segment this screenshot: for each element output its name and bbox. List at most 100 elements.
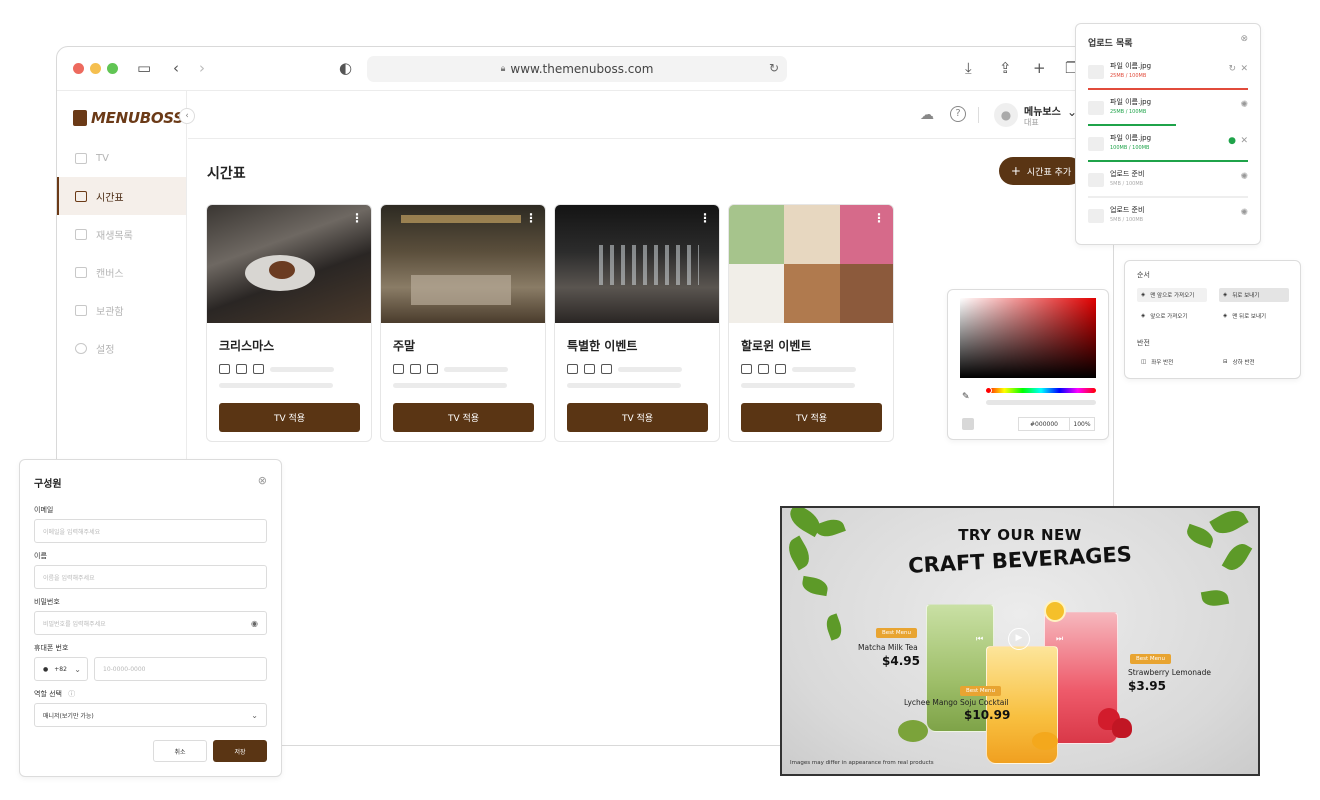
brand-logo[interactable]: MENUBOSS — [73, 109, 184, 127]
add-schedule-label: 시간표 추가 — [1026, 167, 1072, 178]
share-icon[interactable]: ⇪ — [999, 59, 1012, 77]
skeleton-line — [792, 366, 856, 372]
layers-icon: ◈ — [1223, 292, 1228, 298]
send-backward-button[interactable]: ◈ 뒤로 보내기 — [1219, 288, 1289, 302]
card-title: 특별한 이벤트 — [567, 339, 638, 353]
back-icon[interactable]: ‹ — [173, 59, 179, 77]
more-options-icon[interactable]: ⋮ — [699, 211, 711, 225]
shield-icon[interactable]: ◐ — [339, 59, 352, 77]
best-menu-badge: Best Menu — [876, 628, 918, 638]
name-field[interactable]: 이름을 입력해주세요 — [34, 565, 267, 589]
sidebar-item-schedule[interactable]: 시간표 — [57, 177, 186, 215]
flip-horizontal-button[interactable]: ◫ 좌우 반전 — [1137, 355, 1207, 369]
promo-preview[interactable]: TRY OUR NEW CRAFT BEVERAGES ▶ ⏮ ⏭ Best M… — [780, 506, 1260, 776]
send-to-back-button[interactable]: ◈ 맨 뒤로 보내기 — [1219, 309, 1289, 323]
opacity-input[interactable]: 100% — [1069, 417, 1095, 431]
sidebar-item-playlist[interactable]: 재생목록 — [57, 215, 186, 253]
apply-tv-button[interactable]: TV 적용 — [741, 403, 882, 432]
member-form-dialog: 구성원 ⊗ 이메일 이메일을 입력해주세요 이름 이름을 입력해주세요 비밀번호… — [19, 459, 282, 777]
card-image: ⋮ — [381, 205, 545, 323]
flip-label: 상하 반전 — [1232, 360, 1255, 366]
phone-field[interactable]: 10-0000-0000 — [94, 657, 267, 681]
order-label: 맨 앞으로 가져오기 — [1150, 293, 1195, 299]
calendar-icon — [75, 190, 87, 202]
email-field[interactable]: 이메일을 입력해주세요 — [34, 519, 267, 543]
browser-toolbar: ▭ ‹ › ◐ 🔒︎ www.themenuboss.com ↻ ⤓ ⇪ + ❐ — [57, 47, 1113, 91]
bring-forward-button[interactable]: ◈ 앞으로 가져오기 — [1137, 309, 1207, 323]
upload-list-panel: 업로드 목록 ⊗ 파일 이름.jpg 25MB / 100MB ↻ ✕ 파일 이… — [1075, 23, 1261, 245]
saturation-field[interactable] — [960, 298, 1096, 378]
hue-handle[interactable] — [985, 387, 992, 394]
close-window-button[interactable] — [73, 63, 84, 74]
lemon-slice-image — [1044, 600, 1066, 622]
more-options-icon[interactable]: ⋮ — [525, 211, 537, 225]
minimize-window-button[interactable] — [90, 63, 101, 74]
video-icon — [741, 364, 752, 374]
eye-icon[interactable]: ◉ — [251, 619, 258, 628]
role-select[interactable]: 매니저(보기만 가능) ⌄ — [34, 703, 267, 727]
schedule-card-special-event[interactable]: ⋮ 특별한 이벤트 TV 적용 — [554, 204, 720, 442]
flip-title: 반전 — [1137, 339, 1150, 347]
name-label: 이름 — [34, 552, 47, 560]
disclaimer-text: Images may differ in appearance from rea… — [790, 760, 934, 766]
remove-icon[interactable]: ✕ — [1240, 136, 1248, 146]
close-icon[interactable]: ⊗ — [1240, 34, 1248, 44]
user-name: 메뉴보스 — [1024, 107, 1061, 118]
cloud-upload-icon[interactable]: ☁ — [920, 107, 934, 123]
canvas-icon — [427, 364, 438, 374]
tv-icon — [75, 152, 87, 164]
hue-slider[interactable] — [985, 387, 1096, 394]
sidebar-item-archive[interactable]: 보관함 — [57, 291, 186, 329]
schedule-card-weekend[interactable]: ⋮ 주말 TV 적용 — [380, 204, 546, 442]
hex-input[interactable]: #000000 — [1018, 417, 1070, 431]
add-schedule-button[interactable]: + 시간표 추가 — [999, 157, 1083, 185]
download-icon[interactable]: ⤓ — [965, 59, 972, 77]
sidebar-item-canvas[interactable]: 캔버스 — [57, 253, 186, 291]
play-icon[interactable]: ▶ — [1008, 628, 1030, 650]
remove-icon[interactable]: ✕ — [1240, 64, 1248, 74]
apply-tv-button[interactable]: TV 적용 — [219, 403, 360, 432]
save-button[interactable]: 저장 — [213, 740, 267, 762]
page-title: 시간표 — [207, 166, 246, 182]
password-label: 비밀번호 — [34, 598, 60, 606]
flip-vertical-icon: ⊟ — [1223, 359, 1228, 365]
forward-icon[interactable]: › — [199, 59, 205, 77]
password-field[interactable]: 비밀번호를 입력해주세요 ◉ — [34, 611, 267, 635]
schedule-card-halloween[interactable]: ⋮ 할로윈 이벤트 TV 적용 — [728, 204, 894, 442]
dialog-title: 구성원 — [34, 479, 62, 490]
address-bar[interactable]: 🔒︎ www.themenuboss.com ↻ — [367, 56, 787, 82]
help-icon[interactable]: ? — [950, 106, 966, 122]
file-size: 100MB / 100MB — [1110, 145, 1150, 151]
next-icon[interactable]: ⏭ — [1056, 634, 1063, 644]
more-options-icon[interactable]: ⋮ — [873, 211, 885, 225]
opacity-slider[interactable] — [986, 400, 1096, 405]
previous-icon[interactable]: ⏮ — [976, 634, 983, 644]
sidebar-toggle-icon[interactable]: ▭ — [137, 59, 151, 77]
brand-name: MENUBOSS — [91, 109, 184, 127]
apply-tv-button[interactable]: TV 적용 — [567, 403, 708, 432]
bring-to-front-button[interactable]: ◈ 맨 앞으로 가져오기 — [1137, 288, 1207, 302]
new-tab-icon[interactable]: + — [1033, 59, 1046, 77]
maximize-window-button[interactable] — [107, 63, 118, 74]
eyedropper-icon[interactable]: ✎ — [962, 392, 970, 402]
flag-icon: ● — [43, 665, 49, 673]
upload-item: 파일 이름.jpg 25MB / 100MB ↻ ✕ — [1088, 58, 1248, 92]
schedule-card-christmas[interactable]: ⋮ 크리스마스 TV 적용 — [206, 204, 372, 442]
sidebar-item-tv[interactable]: TV — [57, 139, 186, 177]
flip-vertical-button[interactable]: ⊟ 상하 반전 — [1219, 355, 1289, 369]
more-options-icon[interactable]: ⋮ — [351, 211, 363, 225]
gelato-tray — [840, 264, 893, 323]
reload-icon[interactable]: ↻ — [769, 61, 779, 75]
info-icon[interactable]: ⓘ — [68, 690, 75, 698]
item-price: $3.95 — [1128, 679, 1166, 693]
country-code-select[interactable]: ● +82 ⌄ — [34, 657, 88, 681]
skeleton-line — [618, 366, 682, 372]
video-icon — [567, 364, 578, 374]
archive-icon — [75, 304, 87, 316]
cancel-button[interactable]: 취소 — [153, 740, 207, 762]
sidebar-item-settings[interactable]: 설정 — [57, 329, 186, 367]
avatar[interactable]: ● — [994, 103, 1018, 127]
close-icon[interactable]: ⊗ — [258, 474, 267, 487]
retry-icon[interactable]: ↻ — [1228, 64, 1236, 74]
apply-tv-button[interactable]: TV 적용 — [393, 403, 534, 432]
